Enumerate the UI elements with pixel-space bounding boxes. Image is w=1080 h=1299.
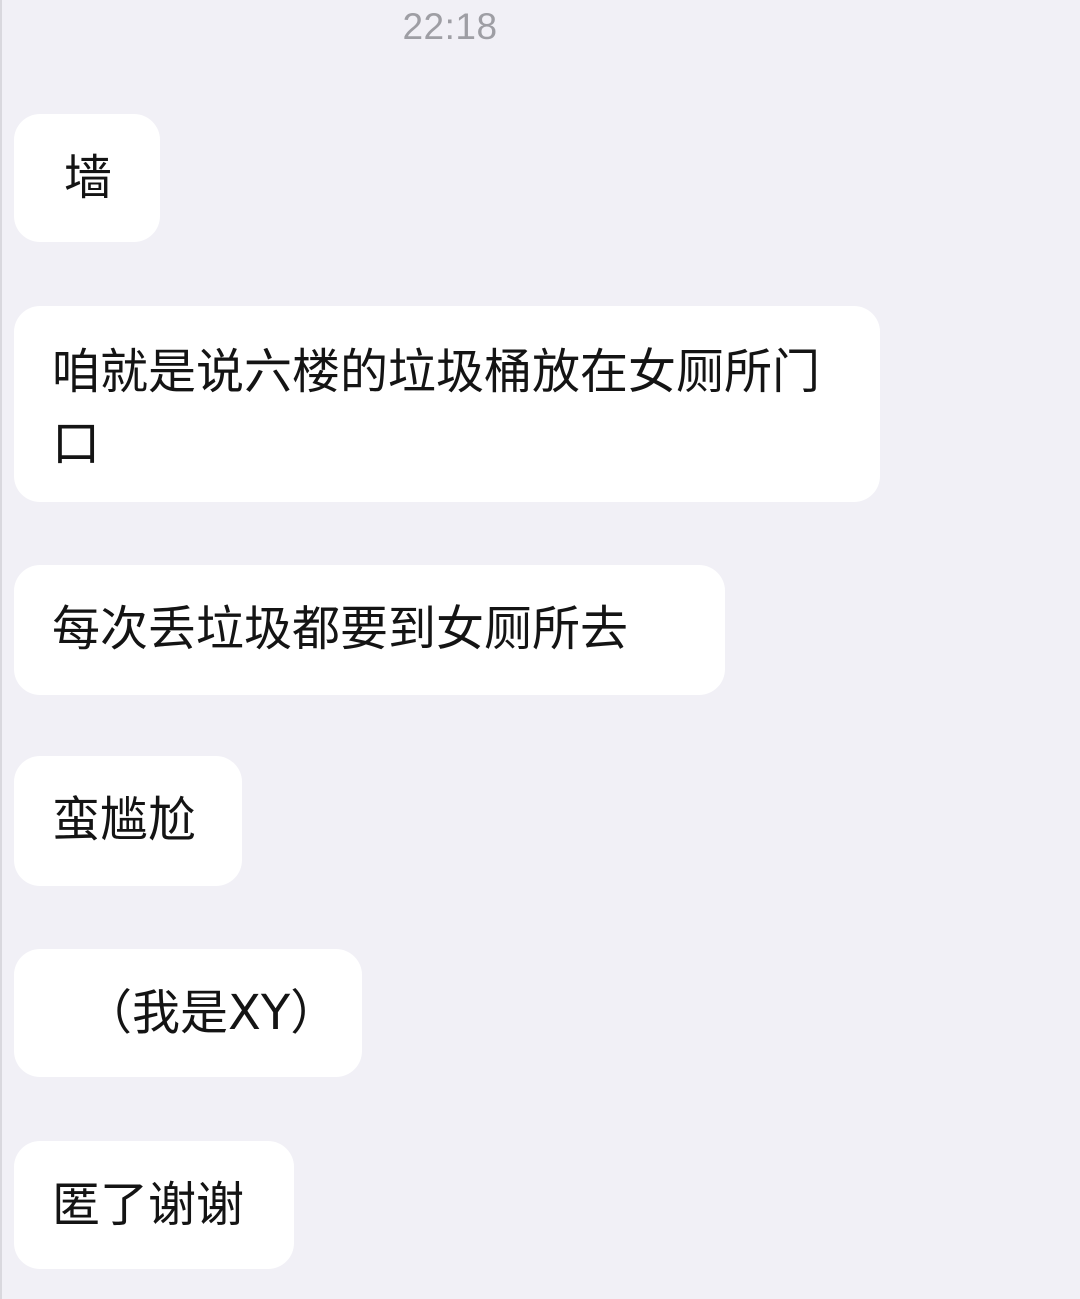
- message-bubble[interactable]: （我是XY）: [14, 949, 362, 1077]
- message-bubble[interactable]: 蛮尴尬: [14, 756, 242, 886]
- message-text: （我是XY）: [84, 985, 339, 1041]
- message-timestamp: 22:18: [402, 6, 498, 47]
- window-edge: [0, 0, 2, 1299]
- message-bubble[interactable]: 匿了谢谢: [14, 1141, 294, 1269]
- message-text: 每次丢垃圾都要到女厕所去: [52, 601, 629, 657]
- message-bubble[interactable]: 咱就是说六楼的垃圾桶放在女厕所门口: [14, 306, 880, 502]
- message-bubble[interactable]: 每次丢垃圾都要到女厕所去: [14, 565, 725, 695]
- message-bubble[interactable]: 墙: [14, 114, 160, 242]
- chat-view: 22:18 墙 咱就是说六楼的垃圾桶放在女厕所门口 每次丢垃圾都要到女厕所去 蛮…: [0, 0, 1080, 1299]
- message-text: 墙: [64, 150, 113, 206]
- message-text: 蛮尴尬: [52, 792, 197, 848]
- message-text: 咱就是说六楼的垃圾桶放在女厕所门口: [52, 344, 821, 472]
- message-text: 匿了谢谢: [52, 1177, 245, 1233]
